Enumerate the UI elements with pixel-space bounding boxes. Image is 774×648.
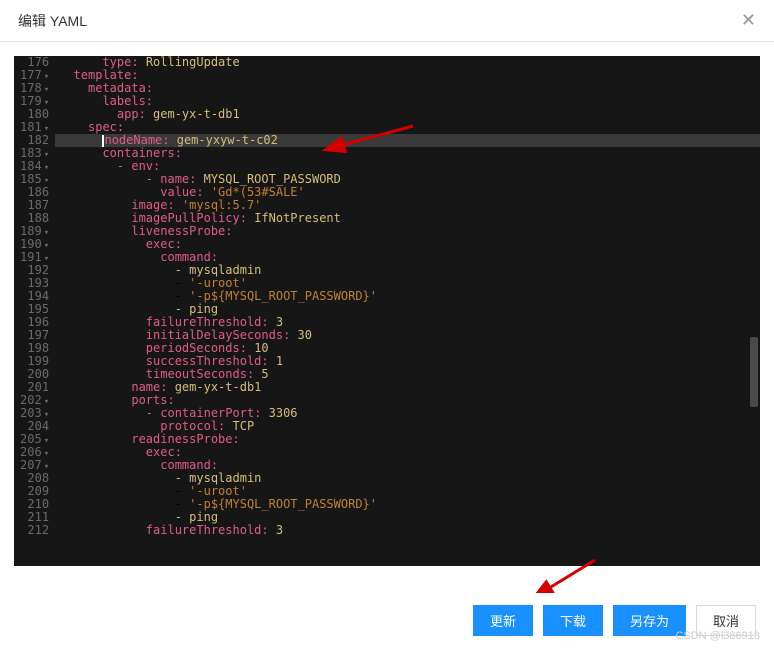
line-number: 212 — [20, 524, 49, 537]
download-button[interactable]: 下载 — [543, 605, 603, 636]
modal-header: 编辑 YAML ✕ — [0, 0, 774, 42]
scrollbar-thumb[interactable] — [750, 337, 758, 407]
update-button[interactable]: 更新 — [473, 605, 533, 636]
code-area[interactable]: type: RollingUpdate template: metadata: … — [55, 56, 760, 566]
annotation-arrow-1 — [335, 124, 415, 153]
code-line[interactable]: app: gem-yx-t-db1 — [55, 108, 760, 121]
code-line[interactable]: failureThreshold: 3 — [55, 524, 760, 537]
code-line[interactable]: type: RollingUpdate — [55, 56, 760, 69]
line-gutter: 1761771781791801811821831841851861871881… — [14, 56, 55, 566]
editor-container: 1761771781791801811821831841851861871881… — [0, 42, 774, 580]
close-icon[interactable]: ✕ — [741, 10, 756, 31]
watermark: CSDN @l386913 — [675, 630, 760, 642]
code-line[interactable]: template: — [55, 69, 760, 82]
scrollbar[interactable] — [750, 56, 758, 566]
yaml-editor[interactable]: 1761771781791801811821831841851861871881… — [14, 56, 760, 566]
modal-footer: 更新 下载 另存为 取消 — [0, 593, 774, 648]
modal-title: 编辑 YAML — [18, 11, 87, 31]
code-line[interactable]: metadata: — [55, 82, 760, 95]
